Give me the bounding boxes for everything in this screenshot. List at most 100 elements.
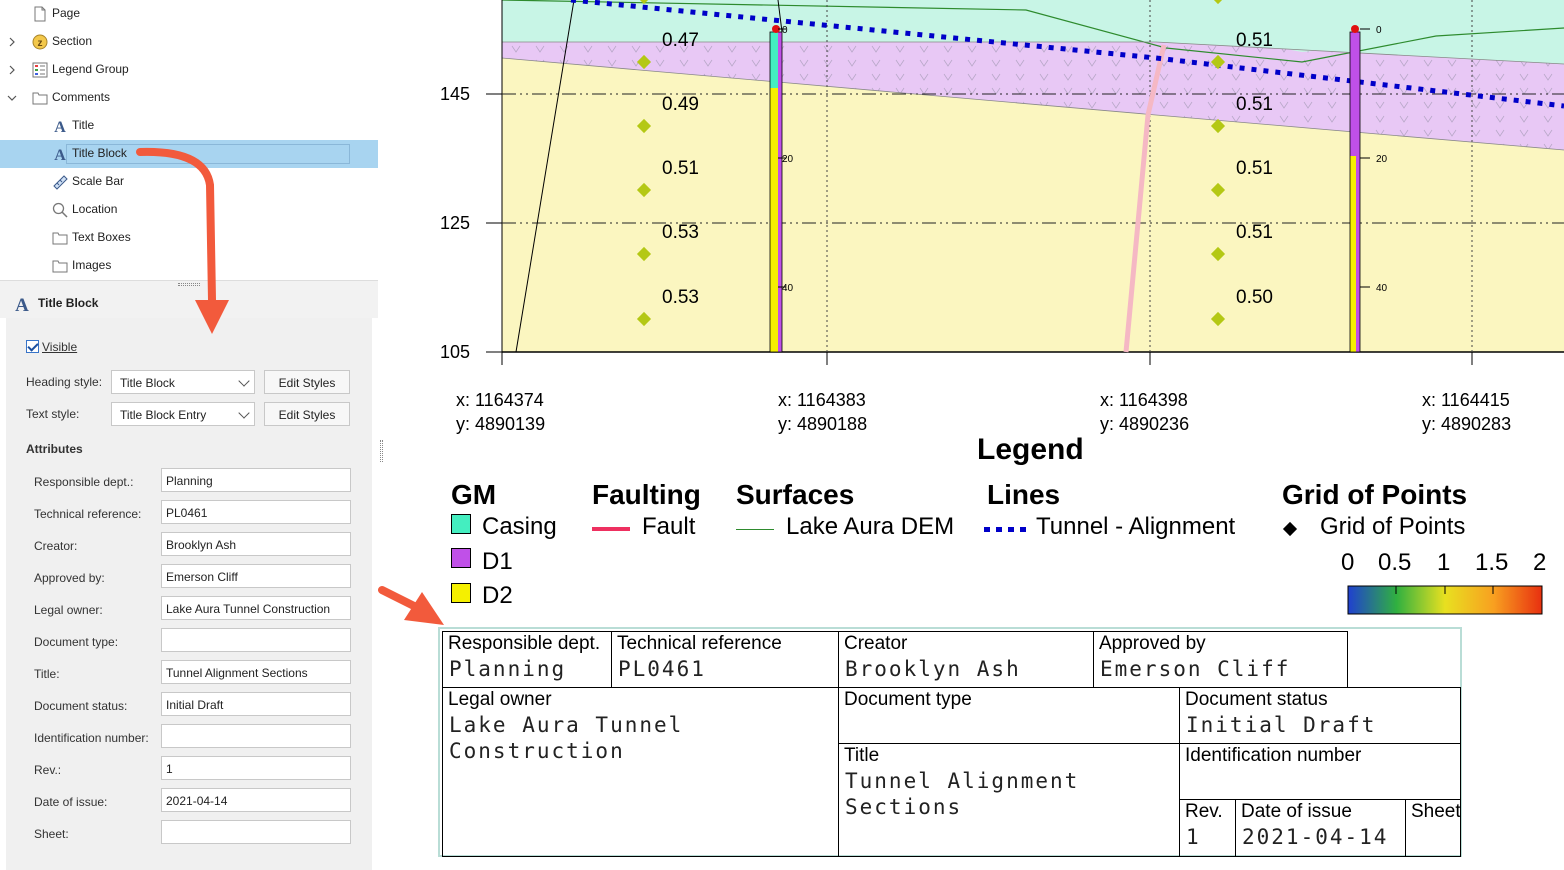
coord-label: x: 1164398 y: 4890236	[1100, 390, 1190, 434]
heading-style-select[interactable]: Title Block	[111, 370, 255, 394]
tree-item-scale-bar[interactable]: Scale Bar	[0, 168, 378, 196]
tree-item-label: Comments	[52, 90, 111, 104]
attribute-label: Technical reference:	[34, 507, 142, 521]
tb-value: Brooklyn Ash	[845, 657, 1021, 681]
y-tick-label: 145	[440, 84, 471, 104]
folder-icon	[52, 230, 68, 246]
tree-item-label: Page	[52, 6, 81, 20]
tb-heading: Sheet	[1411, 801, 1461, 822]
vertical-splitter[interactable]	[378, 0, 386, 870]
tree-item-legend-group[interactable]: Legend Group	[0, 56, 378, 84]
attribute-label: Responsible dept.:	[34, 475, 134, 489]
tb-heading: Identification number	[1185, 745, 1362, 766]
tree-item-location[interactable]: Location	[0, 196, 378, 224]
tree-item-label: Images	[72, 258, 112, 272]
legend-icon	[32, 62, 48, 78]
text-style-label: Text style:	[26, 407, 80, 421]
ruler-icon	[52, 174, 68, 190]
coord-label: x: 1164383 y: 4890188	[778, 390, 868, 434]
tree-item-page[interactable]: Page	[0, 0, 378, 28]
tb-document-status: Document status Initial Draft	[1179, 687, 1461, 744]
properties-panel: Visible Heading style: Title Block Edit …	[6, 318, 372, 870]
attribute-label: Title:	[34, 667, 60, 681]
chevron-right-icon[interactable]	[6, 36, 18, 48]
tb-value: Lake Aura Tunnel Construction	[449, 713, 684, 763]
visible-checkbox[interactable]	[26, 340, 39, 353]
fault-swatch	[592, 527, 630, 531]
attribute-input[interactable]	[161, 820, 351, 844]
chevron-down-icon[interactable]	[6, 92, 18, 104]
heading-style-value: Title Block	[120, 376, 175, 390]
tree-item-label: Legend Group	[52, 62, 129, 76]
colorbar-label: 1	[1437, 549, 1451, 576]
left-panel: Page z Section Legend Group Comments A T…	[0, 0, 380, 870]
attribute-input[interactable]: Emerson Cliff	[161, 564, 351, 588]
tree-item-section[interactable]: z Section	[0, 28, 378, 56]
y-tick-label: 105	[440, 342, 471, 362]
splitter-grip-icon[interactable]	[380, 440, 383, 462]
chevron-down-icon	[238, 375, 250, 387]
tb-value: Initial Draft	[1186, 713, 1377, 737]
attribute-input[interactable]: 1	[161, 756, 351, 780]
legend-item: Fault	[642, 513, 696, 540]
legend-title: Legend	[977, 433, 1084, 466]
magnifier-icon	[52, 202, 68, 218]
depth-tick-label: 40	[782, 283, 794, 294]
colorbar-label: 1.5	[1475, 549, 1509, 576]
tree-item-title-block[interactable]: A Title Block	[0, 140, 378, 168]
grid-point-label: 0.51	[662, 158, 699, 179]
title-text-icon: A	[52, 146, 68, 164]
attribute-input[interactable]	[161, 724, 351, 748]
text-edit-styles-button[interactable]: Edit Styles	[264, 402, 350, 426]
tb-heading: Responsible dept.	[448, 633, 601, 654]
splitter-grip-icon[interactable]	[178, 283, 200, 286]
grid-point-label: 0.51	[1236, 222, 1273, 243]
y-tick-label: 125	[440, 213, 471, 233]
tb-heading: Approved by	[1099, 633, 1206, 654]
properties-header: A Title Block	[0, 288, 378, 318]
attribute-input[interactable]: PL0461	[161, 500, 351, 524]
heading-style-label: Heading style:	[26, 375, 103, 389]
tree-item-text-boxes[interactable]: Text Boxes	[0, 224, 378, 252]
grid-point-label: 0.50	[1236, 287, 1273, 308]
tree-item-label: Text Boxes	[72, 230, 131, 244]
attribute-label: Document status:	[34, 699, 128, 713]
chevron-right-icon[interactable]	[6, 64, 18, 76]
attribute-input[interactable]: Initial Draft	[161, 692, 351, 716]
legend-item: D1	[482, 548, 513, 575]
tb-heading: Document status	[1185, 689, 1328, 710]
grid-point-label: 0.47	[662, 30, 699, 51]
attribute-input[interactable]: Brooklyn Ash	[161, 532, 351, 556]
tree-item-title[interactable]: A Title	[0, 112, 378, 140]
attributes-heading: Attributes	[26, 442, 83, 456]
tree-item-comments[interactable]: Comments	[0, 84, 378, 112]
tree-item-images[interactable]: Images	[0, 252, 378, 280]
grid-point-label: 0.53	[662, 287, 699, 308]
heading-edit-styles-button[interactable]: Edit Styles	[264, 370, 350, 394]
horizontal-splitter[interactable]	[0, 280, 378, 288]
attribute-input[interactable]: Lake Aura Tunnel Construction	[161, 596, 351, 620]
app-window: Page z Section Legend Group Comments A T…	[0, 0, 1564, 870]
legend-surfaces-heading: Surfaces	[736, 479, 855, 510]
attribute-label: Identification number:	[34, 731, 149, 745]
svg-text:A: A	[54, 147, 66, 162]
tb-creator: Creator Brooklyn Ash	[838, 631, 1094, 688]
tb-heading: Technical reference	[617, 633, 782, 654]
legend-gm-heading: GM	[451, 479, 497, 510]
text-style-select[interactable]: Title Block Entry	[111, 402, 255, 426]
tb-sheet: Sheet	[1405, 799, 1461, 857]
legend-item: Grid of Points	[1320, 513, 1466, 540]
legend-faulting-heading: Faulting	[592, 479, 701, 510]
legend-grid-heading: Grid of Points	[1282, 479, 1468, 510]
tb-heading: Title	[844, 745, 880, 766]
tb-heading: Document type	[844, 689, 972, 710]
tb-approved-by: Approved by Emerson Cliff	[1093, 631, 1348, 688]
attribute-input[interactable]: 2021-04-14	[161, 788, 351, 812]
attribute-input[interactable]: Tunnel Alignment Sections	[161, 660, 351, 684]
tb-heading: Date of issue	[1241, 801, 1352, 822]
attribute-input[interactable]	[161, 628, 351, 652]
depth-tick-label: 20	[782, 154, 794, 165]
tb-technical-reference: Technical reference PL0461	[611, 631, 839, 688]
attribute-input[interactable]: Planning	[161, 468, 351, 492]
title-block[interactable]: Responsible dept. Planning Technical ref…	[438, 627, 1462, 857]
